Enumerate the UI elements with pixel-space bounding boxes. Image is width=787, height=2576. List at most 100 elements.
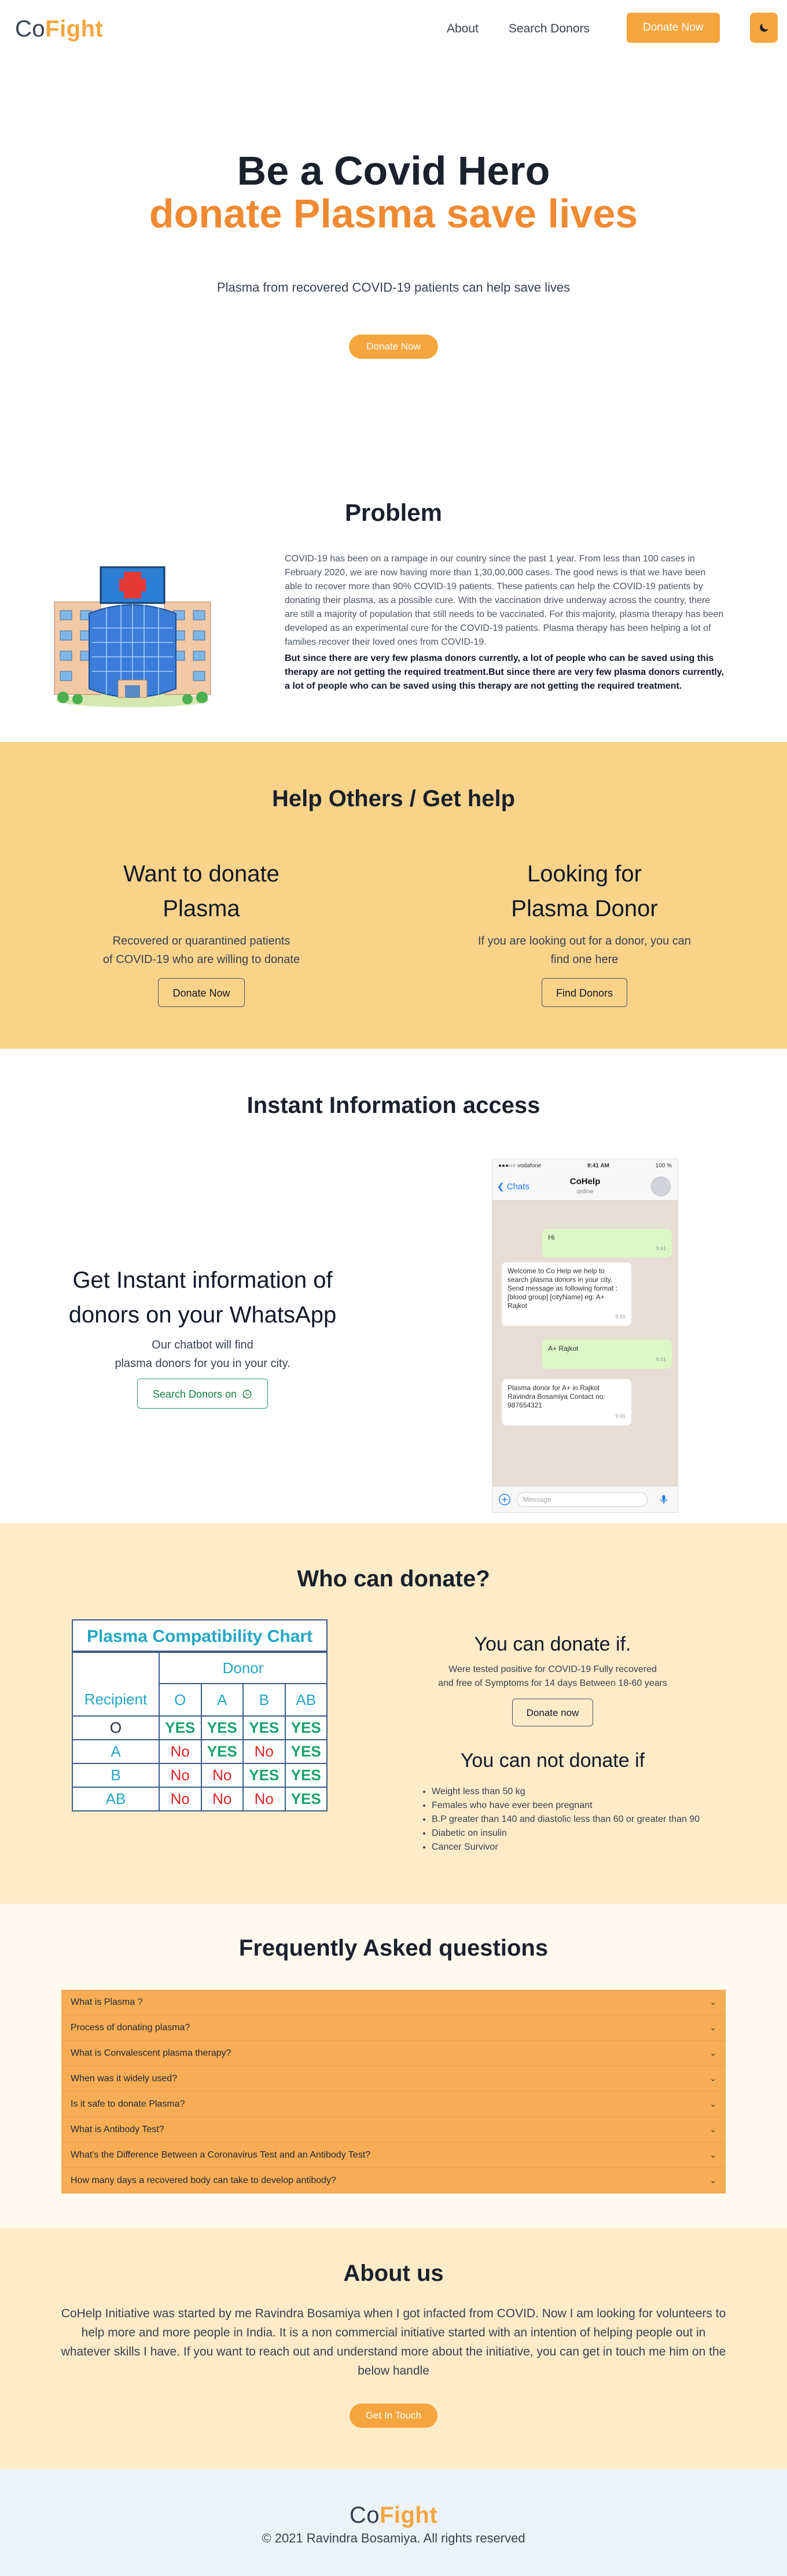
problem-highlight: But since there are very few plasma dono…: [285, 653, 725, 691]
find-donors-button[interactable]: Find Donors: [541, 978, 628, 1007]
footer-logo[interactable]: CoFight: [0, 2502, 787, 2529]
moon-icon: [760, 23, 768, 32]
chat-message-out: Hi 9:41: [542, 1229, 672, 1258]
cannot-donate-title: You can not donate if: [460, 1750, 645, 1772]
nav-links: About Search Donors: [447, 17, 620, 41]
search-donors-whatsapp-button[interactable]: Search Donors on: [137, 1379, 269, 1409]
whatsapp-chat-mockup: ●●●○○ vodafone 9:41 AM 100 % ❮ Chats CoH…: [492, 1159, 678, 1513]
compatibility-chart-title: Plasma Compatibility Chart: [72, 1619, 328, 1652]
theme-toggle-button[interactable]: [750, 13, 778, 43]
logo[interactable]: CoFight: [15, 16, 103, 42]
list-item: Diabetic on insulin: [432, 1827, 723, 1840]
compat-cell: No: [200, 1763, 244, 1788]
instant-title: Instant Information access: [247, 1093, 540, 1118]
compat-cell: YES: [284, 1715, 328, 1740]
who-title: Who can donate?: [297, 1566, 490, 1592]
faq-item[interactable]: What is Plasma ? ⌄: [61, 1990, 726, 2015]
whatsapp-text-line2: plasma donors for you in your city.: [115, 1357, 290, 1370]
navbar: CoFight About Search Donors Donate Now: [0, 0, 787, 58]
problem-section: Problem COVID-19 has been on a rampage i…: [0, 451, 787, 742]
faq-question: Process of donating plasma?: [71, 2022, 190, 2033]
nav-donate-button[interactable]: Donate Now: [627, 13, 720, 43]
donate-card: Want to donate Plasma Recovered or quara…: [57, 857, 346, 1007]
nav-link-search-donors[interactable]: Search Donors: [509, 17, 590, 41]
list-item: Weight less than 50 kg: [432, 1785, 723, 1799]
logo-co: Co: [15, 16, 46, 42]
chevron-down-icon: ⌄: [709, 2125, 716, 2134]
list-item: Females who have ever been pregnant: [432, 1799, 723, 1813]
chat-message-time: 9:41: [656, 1357, 666, 1362]
footer: CoFight © 2021 Ravindra Bosamiya. All ri…: [0, 2469, 787, 2576]
attach-icon[interactable]: [498, 1493, 511, 1506]
donate-card-text-line2: of COVID-19 who are willing to donate: [102, 953, 300, 966]
faq-item[interactable]: What is Convalescent plasma therapy? ⌄: [61, 2041, 726, 2066]
chat-input-bar: Message: [492, 1486, 678, 1512]
faq-item[interactable]: Process of donating plasma? ⌄: [61, 2015, 726, 2041]
phone-status-bar: ●●●○○ vodafone 9:41 AM 100 %: [492, 1159, 678, 1172]
cannot-donate-list: Weight less than 50 kg Females who have …: [419, 1785, 723, 1854]
faq-question: Is it safe to donate Plasma?: [71, 2099, 185, 2109]
faq-item[interactable]: What is Antibody Test? ⌄: [61, 2117, 726, 2143]
compat-cell: No: [242, 1787, 286, 1811]
faq-item[interactable]: When was it widely used? ⌄: [61, 2066, 726, 2092]
whatsapp-text: Our chatbot will find plasma donors for y…: [46, 1336, 359, 1373]
can-donate-text-line1: Were tested positive for COVID-19 Fully …: [448, 1664, 657, 1674]
table-corner: [72, 1652, 160, 1684]
faq-item[interactable]: What's the Difference Between a Coronavi…: [61, 2143, 726, 2168]
chat-message-input[interactable]: Message: [517, 1492, 648, 1507]
chat-message-in: Plasma donor for A+ in Rajkot Ravindra B…: [502, 1379, 631, 1425]
faq-item[interactable]: How many days a recovered body can take …: [61, 2168, 726, 2193]
compat-cell: No: [242, 1739, 286, 1764]
faq-question: When was it widely used?: [71, 2073, 178, 2083]
chat-contact-status: online: [576, 1188, 594, 1195]
compat-cell: YES: [242, 1715, 286, 1740]
list-item: B.P greater than 140 and diastolic less …: [432, 1813, 723, 1827]
get-in-touch-button[interactable]: Get In Touch: [349, 2404, 438, 2428]
can-donate-text-line2: and free of Symptoms for 14 days Between…: [438, 1678, 667, 1688]
faq-list: What is Plasma ? ⌄ Process of donating pl…: [61, 1990, 726, 2193]
faq-question: How many days a recovered body can take …: [71, 2175, 336, 2185]
find-donor-card: Looking for Plasma Donor If you are look…: [440, 857, 729, 1007]
compat-cell: YES: [284, 1763, 328, 1788]
compat-cell: YES: [284, 1739, 328, 1764]
can-donate-title: You can donate if.: [474, 1633, 631, 1655]
hero-title: Be a Covid Hero: [237, 148, 550, 193]
compat-cell: YES: [200, 1715, 244, 1740]
find-donor-card-text: If you are looking out for a donor, you …: [440, 932, 729, 969]
chevron-down-icon: ⌄: [709, 2176, 716, 2185]
donor-column-header: AB: [284, 1683, 328, 1717]
microphone-icon[interactable]: [658, 1493, 670, 1506]
find-donor-card-text-line1: If you are looking out for a donor, you …: [477, 935, 692, 947]
chat-message-out: A+ Rajkot 9:41: [542, 1340, 672, 1369]
hero-donate-button[interactable]: Donate Now: [349, 335, 438, 359]
faq-title: Frequently Asked questions: [238, 1935, 549, 1961]
chevron-down-icon: ⌄: [709, 2099, 716, 2108]
search-donors-whatsapp-label: Search Donors on: [152, 1388, 237, 1400]
compat-cell: No: [159, 1763, 202, 1788]
problem-paragraph: COVID-19 has been on a rampage in our co…: [285, 554, 724, 647]
logo-fight: Fight: [379, 2502, 438, 2528]
chat-message-time: 9:41: [615, 1314, 626, 1320]
nav-link-about[interactable]: About: [447, 17, 479, 41]
compatibility-chart: Plasma Compatibility Chart Donor Recipie…: [72, 1619, 328, 1811]
page: CoFight About Search Donors Donate Now B…: [0, 0, 787, 2576]
about-text: CoHelp Initiative was started by me Ravi…: [61, 2307, 726, 2377]
compatibility-table: Donor Recipient O A B AB O YES YES YES Y…: [72, 1652, 328, 1811]
hospital-illustration: [54, 566, 211, 707]
faq-question: What is Convalescent plasma therapy?: [71, 2048, 231, 2058]
faq-item[interactable]: Is it safe to donate Plasma? ⌄: [61, 2092, 726, 2117]
compat-cell: No: [159, 1787, 202, 1811]
donate-card-button[interactable]: Donate Now: [158, 978, 245, 1007]
donor-header: Donor: [159, 1652, 328, 1684]
whatsapp-info: Get Instant information of donors on you…: [46, 1263, 359, 1409]
recipient-row-header: AB: [72, 1787, 160, 1811]
find-donor-card-title: Looking for Plasma Donor: [511, 861, 658, 921]
chat-message-time: 9:41: [656, 1245, 666, 1251]
recipient-row-header: A: [72, 1739, 160, 1764]
donate-now-button[interactable]: Donate now: [512, 1699, 594, 1726]
hero-title-highlight: donate Plasma save lives: [149, 191, 638, 236]
whatsapp-icon: [242, 1390, 252, 1399]
phone-carrier: ●●●○○ vodafone: [498, 1162, 542, 1169]
chevron-down-icon: ⌄: [709, 2048, 716, 2057]
eligibility-info: You can donate if. Were tested positive …: [382, 1633, 723, 1854]
